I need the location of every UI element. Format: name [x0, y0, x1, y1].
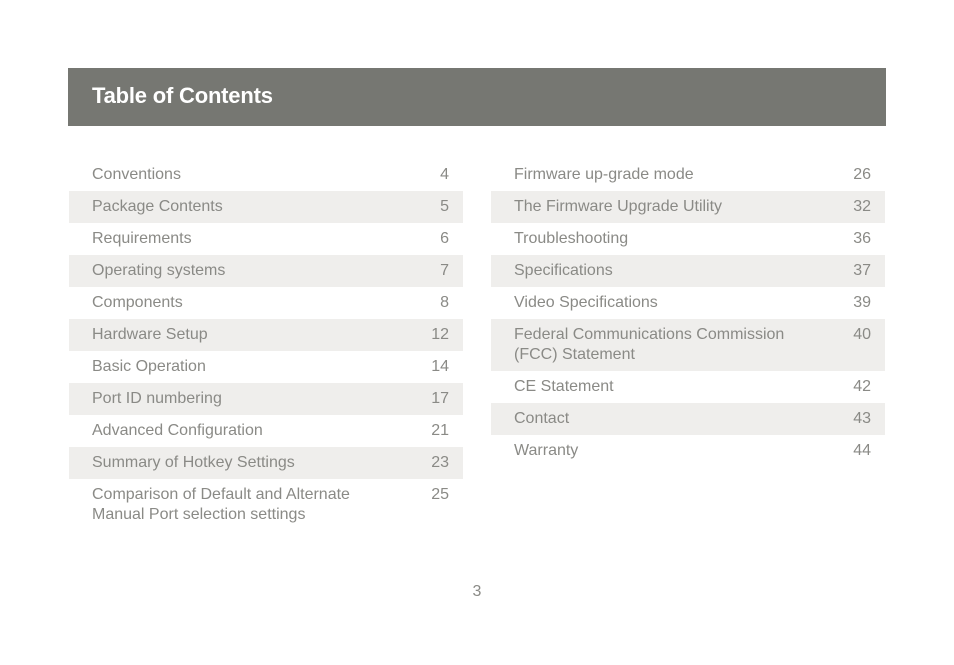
toc-entry[interactable]: Specifications 37 [491, 255, 885, 287]
toc-entry-label: CE Statement [514, 378, 614, 395]
toc-entry-page: 43 [853, 410, 871, 427]
toc-entry[interactable]: CE Statement 42 [491, 371, 885, 403]
toc-entry[interactable]: Operating systems 7 [69, 255, 463, 287]
toc-entry[interactable]: Basic Operation 14 [69, 351, 463, 383]
toc-header-bar: Table of Contents [68, 68, 886, 126]
toc-entry-label: Operating systems [92, 262, 226, 279]
toc-entry[interactable]: Requirements 6 [69, 223, 463, 255]
toc-entry-label: Warranty [514, 442, 579, 459]
toc-entry-page: 5 [440, 198, 449, 215]
toc-entry-label: Port ID numbering [92, 390, 222, 407]
toc-entry-page: 8 [440, 294, 449, 311]
toc-entry[interactable]: Comparison of Default and Alternate Manu… [69, 479, 463, 531]
toc-entry-label: Advanced Configuration [92, 422, 263, 439]
toc-entry-label: Conventions [92, 166, 181, 183]
toc-entry-page: 7 [440, 262, 449, 279]
toc-entry-label: The Firmware Upgrade Utility [514, 198, 723, 215]
toc-entry-label: Hardware Setup [92, 326, 208, 343]
toc-entry-page: 42 [853, 378, 871, 395]
toc-entry-label: Comparison of Default and Alternate Manu… [92, 486, 350, 523]
toc-entry[interactable]: Advanced Configuration 21 [69, 415, 463, 447]
toc-entry[interactable]: Troubleshooting 36 [491, 223, 885, 255]
toc-entry-label: Summary of Hotkey Settings [92, 454, 295, 471]
toc-entry-page: 40 [853, 326, 871, 343]
toc-entry[interactable]: Contact 43 [491, 403, 885, 435]
toc-entry-page: 21 [431, 422, 449, 439]
toc-entry[interactable]: Package Contents 5 [69, 191, 463, 223]
toc-entry-label: Contact [514, 410, 570, 427]
toc-entry-label: Federal Communications Commission (FCC) … [514, 326, 785, 363]
toc-entry[interactable]: The Firmware Upgrade Utility 32 [491, 191, 885, 223]
toc-entry-page: 17 [431, 390, 449, 407]
toc-column-left: Conventions 4 Package Contents 5 Require… [69, 159, 463, 531]
toc-entry-page: 36 [853, 230, 871, 247]
toc-entry[interactable]: Conventions 4 [69, 159, 463, 191]
toc-entry-page: 23 [431, 454, 449, 471]
toc-entry-page: 39 [853, 294, 871, 311]
toc-entry[interactable]: Summary of Hotkey Settings 23 [69, 447, 463, 479]
toc-column-right: Firmware up-grade mode 26 The Firmware U… [491, 159, 885, 467]
toc-entry-page: 6 [440, 230, 449, 247]
toc-entry-label: Basic Operation [92, 358, 206, 375]
toc-entry-page: 4 [440, 166, 449, 183]
toc-entry-page: 26 [853, 166, 871, 183]
toc-entry[interactable]: Firmware up-grade mode 26 [491, 159, 885, 191]
toc-entry-page: 14 [431, 358, 449, 375]
toc-entry-page: 44 [853, 442, 871, 459]
toc-entry-label: Requirements [92, 230, 192, 247]
toc-entry-label: Video Specifications [514, 294, 658, 311]
toc-entry-label: Troubleshooting [514, 230, 629, 247]
page-number: 3 [472, 583, 482, 600]
toc-entry[interactable]: Hardware Setup 12 [69, 319, 463, 351]
toc-entry-page: 25 [431, 486, 449, 503]
toc-entry-label: Package Contents [92, 198, 223, 215]
toc-entry-label: Firmware up-grade mode [514, 166, 694, 183]
toc-entry-page: 37 [853, 262, 871, 279]
toc-entry[interactable]: Federal Communications Commission (FCC) … [491, 319, 885, 371]
toc-entry[interactable]: Components 8 [69, 287, 463, 319]
toc-entry-label: Components [92, 294, 183, 311]
toc-entry[interactable]: Port ID numbering 17 [69, 383, 463, 415]
toc-entry[interactable]: Video Specifications 39 [491, 287, 885, 319]
toc-entry-label: Specifications [514, 262, 613, 279]
toc-entry-page: 12 [431, 326, 449, 343]
toc-entry[interactable]: Warranty 44 [491, 435, 885, 467]
page-title: Table of Contents [92, 83, 273, 108]
toc-entry-page: 32 [853, 198, 871, 215]
